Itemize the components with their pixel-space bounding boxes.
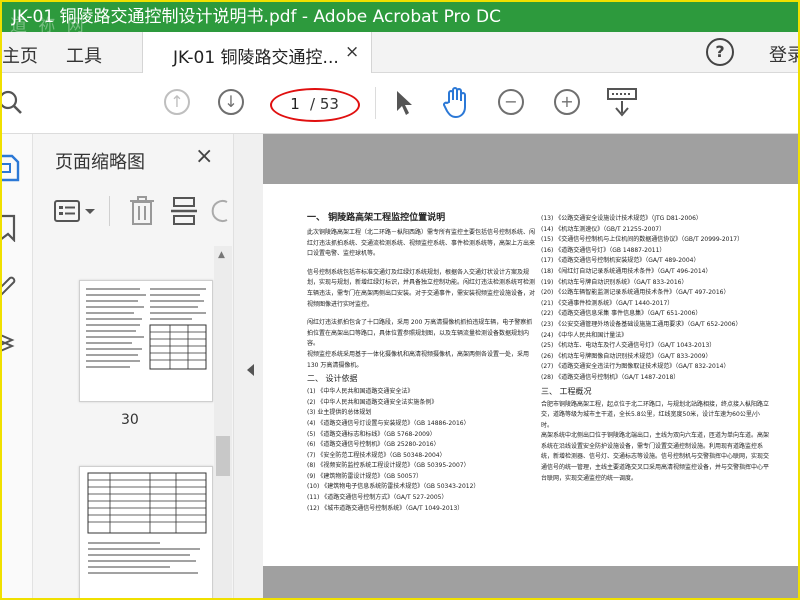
- page-navigator: / 53: [270, 88, 360, 122]
- reference-item: (8) 《视频安防监控系统工程设计规范》（GB 50395-2007）: [307, 462, 470, 470]
- thumbnails-panel: 页面缩略图 × 30 ▲: [33, 134, 233, 598]
- reference-item: (13) 《公路交通安全设施设计技术规范》（JTG D81-2006）: [541, 215, 702, 222]
- reference-item: (17) 《道路交通信号控制机安装规范》（GA/T 489-2004）: [541, 257, 700, 265]
- reference-item: (15) 《交通信号控制机与上位机间的数据通信协议》（GB/T 20999-20…: [541, 236, 744, 244]
- tab-tools[interactable]: 工具: [66, 42, 102, 68]
- thumbnail-scrollbar[interactable]: ▲: [214, 246, 232, 598]
- paragraph-6: 高架系统中北侧出口位于铜陵路北端出口，主线为双向六车道，匝道为单向车道。高架系统…: [541, 432, 770, 482]
- tab-document[interactable]: JK-01 铜陵路交通控... ×: [142, 32, 372, 73]
- total-pages: / 53: [310, 95, 339, 113]
- reference-item: (14) 《机动车测速仪》（GB/T 21255-2007）: [541, 225, 666, 233]
- reference-item: (19) 《机动车号牌自动识别系统》（GA/T 833-2016）: [541, 278, 688, 286]
- current-page-input[interactable]: [282, 94, 308, 114]
- section-heading-1: 一、 铜陵路高架工程监控位置说明: [307, 213, 446, 223]
- bookmark-icon[interactable]: [2, 214, 18, 246]
- select-arrow-icon[interactable]: [394, 89, 414, 121]
- help-icon[interactable]: ?: [706, 38, 734, 66]
- panel-splitter[interactable]: [233, 134, 264, 598]
- search-icon[interactable]: [2, 89, 26, 121]
- delete-page-icon[interactable]: [129, 196, 155, 230]
- rotate-page-icon[interactable]: [211, 196, 233, 230]
- paragraph-1: 此次铜陵路高架工程（北二环路－枞阳西路）需专所有监控主要包括信号控制系统、闯红灯…: [307, 229, 536, 258]
- reference-item: (6) 《道路交通信号控制机》（GB 25280-2016）: [307, 441, 440, 449]
- reference-item: (11) 《道路交通信号控制方式》（GA/T 527-2005）: [307, 494, 448, 502]
- page-up-icon[interactable]: ↑: [164, 89, 190, 115]
- hand-tool-icon[interactable]: [442, 87, 472, 123]
- reference-item: (20) 《公路车辆智能监测记录系统通用技术条件》（GA/T 497-2016）: [541, 289, 730, 297]
- attachment-icon[interactable]: [2, 274, 20, 306]
- reference-item: (27) 《道路交通安全违法行为图像取证技术规范》（GA/T 832-2014）: [541, 363, 730, 371]
- page-thumbnail-next[interactable]: [79, 466, 213, 598]
- tab-document-label: JK-01 铜陵路交通控...: [173, 48, 339, 68]
- reference-item: (28) 《道路交通信号控制机》（GA/T 1487-2018）: [541, 373, 680, 381]
- reference-item: (1) 《中华人民共和国道路交通安全法》: [307, 388, 414, 396]
- page-left-column: 一、 铜陵路高架工程监控位置说明 此次铜陵路高架工程（北二环路－枞阳西路）需专所…: [307, 208, 537, 514]
- layers-icon[interactable]: [2, 328, 20, 360]
- close-panel-icon[interactable]: ×: [195, 144, 213, 169]
- page-right-column: (13) 《公路交通安全设施设计技术规范》（JTG D81-2006） (14)…: [541, 214, 771, 484]
- toolbar-divider: [375, 87, 376, 119]
- reference-item: (5) 《道路交通标志和标线》（GB 5768-2009）: [307, 430, 436, 438]
- reference-item: (4) 《道路交通信号灯设置与安装规范》（GB 14886-2016）: [307, 419, 470, 427]
- zoom-out-icon[interactable]: −: [498, 89, 524, 115]
- crop-page-icon[interactable]: [171, 196, 199, 230]
- main-toolbar: ↑ ↓ / 53 − +: [2, 73, 798, 134]
- paragraph-4: 视频监控系统采用基于一体化摄像机和高清视频摄像机，高架两侧各设置一处，采用 13…: [307, 350, 530, 369]
- app-window: 道 祢 网 JK-01 铜陵路交通控制设计说明书.pdf - Adobe Acr…: [0, 0, 800, 600]
- reference-item: (18) 《闯红灯自动记录系统通用技术条件》（GA/T 496-2014）: [541, 267, 712, 275]
- page-down-icon[interactable]: ↓: [218, 89, 244, 115]
- pdf-page: 一、 铜陵路高架工程监控位置说明 此次铜陵路高架工程（北二环路－枞阳西路）需专所…: [263, 184, 798, 566]
- paragraph-2: 信号控制系统包括市标准交通灯及红绿灯系统规划，根据各入交通灯状设计方案及规划，实…: [307, 268, 536, 308]
- reference-item: (22) 《道路交通信息采集 事件信息集》（GA/T 651-2006）: [541, 310, 702, 318]
- document-viewport[interactable]: 一、 铜陵路高架工程监控位置说明 此次铜陵路高架工程（北二环路－枞阳西路）需专所…: [263, 134, 798, 598]
- reference-item: (24) 《中华人民共和国计量法》: [541, 331, 628, 339]
- tab-home[interactable]: 主页: [2, 42, 38, 68]
- reference-item: (12) 《城市道路交通信号控制系统》（GA/T 1049-2013）: [307, 504, 464, 512]
- reference-item: (23) 《公安交通管理外场设备基础设施施工通用要求》（GA/T 652-200…: [541, 320, 742, 328]
- zoom-in-icon[interactable]: +: [554, 89, 580, 115]
- thumbnail-page-number: 30: [121, 412, 139, 428]
- panel-divider: [109, 196, 110, 226]
- page-thumbnails-icon[interactable]: [2, 154, 20, 188]
- panel-title: 页面缩略图: [55, 152, 145, 173]
- reference-item: (7) 《安全防范工程技术规范》（GB 50348-2004）: [307, 451, 446, 459]
- reference-item: (26) 《机动车号牌图像自动识别技术规范》（GA/T 833-2009）: [541, 352, 712, 360]
- paragraph-3: 闯红灯违法抓拍包含了十口路段，采用 200 万高清摄像机抓拍违规车辆，电子警察抓…: [307, 319, 533, 348]
- thumbnail-options-icon[interactable]: [53, 198, 99, 228]
- scrollbar-thumb[interactable]: [216, 436, 230, 476]
- reference-item: (3) 业主提供的总体规划: [307, 409, 372, 417]
- section-heading-2: 二、 设计依据: [307, 374, 358, 384]
- tab-bar: 主页 工具 JK-01 铜陵路交通控... × ? 登录: [2, 32, 798, 73]
- collapse-panel-icon[interactable]: [247, 364, 254, 376]
- reference-item: (2) 《中华人民共和国道路交通安全法实施条例》: [307, 398, 438, 406]
- reference-item: (10) 《建筑物电子信息系统防雷技术规范》（GB 50343-2012）: [307, 483, 480, 491]
- panel-toolbar: [33, 188, 233, 232]
- section-heading-3: 三、 工程概况: [541, 386, 592, 396]
- reference-item: (21) 《交通事件检测系统》（GA/T 1440-2017）: [541, 299, 674, 307]
- sign-in-button[interactable]: 登录: [769, 41, 798, 67]
- title-bar: 道 祢 网 JK-01 铜陵路交通控制设计说明书.pdf - Adobe Acr…: [2, 2, 798, 36]
- close-tab-icon[interactable]: ×: [345, 42, 359, 62]
- reference-item: (16) 《道路交通信号灯》（GB 14887-2011）: [541, 246, 666, 254]
- page-thumbnail-30[interactable]: [79, 280, 213, 402]
- reference-item: (25) 《机动车、电动车及行人交通信号灯》（GA/T 1043-2013）: [541, 342, 716, 350]
- keyboard-scroll-icon[interactable]: [606, 87, 640, 123]
- reference-item: (9) 《建筑物防雷设计规范》（GB 50057）: [307, 472, 423, 480]
- left-rail: [2, 134, 33, 598]
- scroll-up-icon[interactable]: ▲: [218, 250, 225, 260]
- paragraph-5: 合肥市铜陵路高架工程，起点位于北二环路口，与规划北站路相接，终点接入枞阳路立交，…: [541, 400, 770, 429]
- window-title: JK-01 铜陵路交通控制设计说明书.pdf - Adobe Acrobat P…: [12, 7, 501, 27]
